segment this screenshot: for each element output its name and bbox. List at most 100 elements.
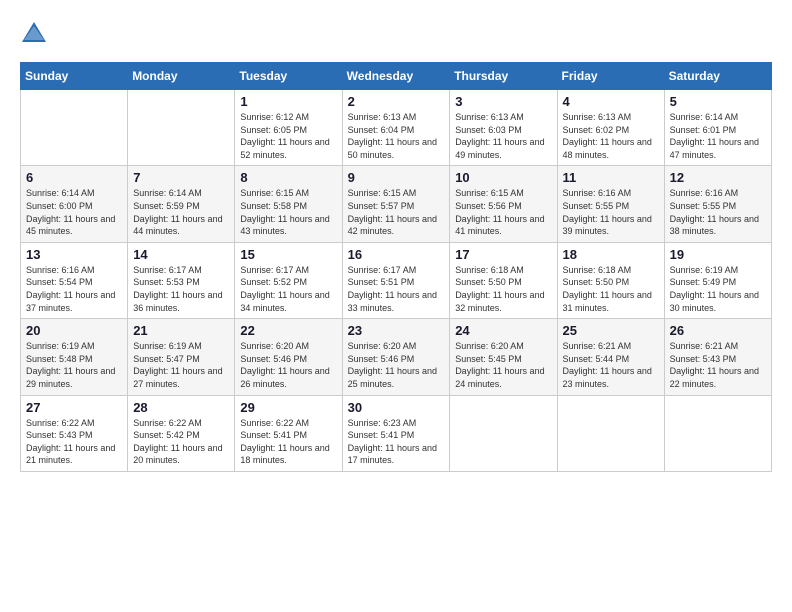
- calendar-cell: 17 Sunrise: 6:18 AM Sunset: 5:50 PM Dayli…: [450, 242, 557, 318]
- day-number: 11: [563, 170, 659, 185]
- calendar-cell: 28 Sunrise: 6:22 AM Sunset: 5:42 PM Dayli…: [128, 395, 235, 471]
- calendar-cell: 21 Sunrise: 6:19 AM Sunset: 5:47 PM Dayli…: [128, 319, 235, 395]
- day-number: 4: [563, 94, 659, 109]
- day-number: 27: [26, 400, 122, 415]
- day-number: 25: [563, 323, 659, 338]
- day-number: 16: [348, 247, 445, 262]
- day-info: Sunrise: 6:13 AM Sunset: 6:02 PM Dayligh…: [563, 111, 659, 161]
- calendar-cell: 11Sunrise: 6:16 AM Sunset: 5:55 PM Dayli…: [557, 166, 664, 242]
- day-info: Sunrise: 6:16 AM Sunset: 5:55 PM Dayligh…: [670, 187, 766, 237]
- calendar-cell: 25 Sunrise: 6:21 AM Sunset: 5:44 PM Dayli…: [557, 319, 664, 395]
- day-info: Sunrise: 6:15 AM Sunset: 5:57 PM Dayligh…: [348, 187, 445, 237]
- day-number: 29: [240, 400, 336, 415]
- day-info: Sunrise: 6:15 AM Sunset: 5:58 PM Dayligh…: [240, 187, 336, 237]
- day-info: Sunrise: 6:15 AM Sunset: 5:56 PM Dayligh…: [455, 187, 551, 237]
- calendar-cell: 26Sunrise: 6:21 AM Sunset: 5:43 PM Dayli…: [664, 319, 771, 395]
- day-info: Sunrise: 6:20 AM Sunset: 5:46 PM Dayligh…: [240, 340, 336, 390]
- calendar-cell: [450, 395, 557, 471]
- calendar-cell: 6Sunrise: 6:14 AM Sunset: 6:00 PM Daylig…: [21, 166, 128, 242]
- header-row: SundayMondayTuesdayWednesdayThursdayFrid…: [21, 63, 772, 90]
- column-header-sunday: Sunday: [21, 63, 128, 90]
- day-number: 13: [26, 247, 122, 262]
- calendar-cell: [664, 395, 771, 471]
- week-row-3: 13 Sunrise: 6:16 AM Sunset: 5:54 PM Dayli…: [21, 242, 772, 318]
- day-info: Sunrise: 6:17 AM Sunset: 5:51 PM Dayligh…: [348, 264, 445, 314]
- day-number: 23: [348, 323, 445, 338]
- day-info: Sunrise: 6:18 AM Sunset: 5:50 PM Dayligh…: [563, 264, 659, 314]
- day-number: 28: [133, 400, 229, 415]
- calendar-cell: 19 Sunrise: 6:19 AM Sunset: 5:49 PM Dayli…: [664, 242, 771, 318]
- day-number: 9: [348, 170, 445, 185]
- day-number: 10: [455, 170, 551, 185]
- logo: [20, 20, 52, 48]
- day-number: 22: [240, 323, 336, 338]
- calendar-cell: 10 Sunrise: 6:15 AM Sunset: 5:56 PM Dayli…: [450, 166, 557, 242]
- column-header-saturday: Saturday: [664, 63, 771, 90]
- calendar-cell: 23 Sunrise: 6:20 AM Sunset: 5:46 PM Dayli…: [342, 319, 450, 395]
- day-number: 20: [26, 323, 122, 338]
- calendar-cell: [557, 395, 664, 471]
- day-info: Sunrise: 6:19 AM Sunset: 5:49 PM Dayligh…: [670, 264, 766, 314]
- calendar: SundayMondayTuesdayWednesdayThursdayFrid…: [20, 62, 772, 472]
- day-info: Sunrise: 6:16 AM Sunset: 5:54 PM Dayligh…: [26, 264, 122, 314]
- day-number: 12: [670, 170, 766, 185]
- day-info: Sunrise: 6:22 AM Sunset: 5:42 PM Dayligh…: [133, 417, 229, 467]
- day-info: Sunrise: 6:19 AM Sunset: 5:48 PM Dayligh…: [26, 340, 122, 390]
- column-header-tuesday: Tuesday: [235, 63, 342, 90]
- calendar-cell: 27Sunrise: 6:22 AM Sunset: 5:43 PM Dayli…: [21, 395, 128, 471]
- week-row-5: 27Sunrise: 6:22 AM Sunset: 5:43 PM Dayli…: [21, 395, 772, 471]
- day-info: Sunrise: 6:21 AM Sunset: 5:44 PM Dayligh…: [563, 340, 659, 390]
- day-info: Sunrise: 6:23 AM Sunset: 5:41 PM Dayligh…: [348, 417, 445, 467]
- calendar-cell: [21, 90, 128, 166]
- day-info: Sunrise: 6:12 AM Sunset: 6:05 PM Dayligh…: [240, 111, 336, 161]
- day-number: 21: [133, 323, 229, 338]
- day-number: 24: [455, 323, 551, 338]
- day-number: 15: [240, 247, 336, 262]
- day-info: Sunrise: 6:21 AM Sunset: 5:43 PM Dayligh…: [670, 340, 766, 390]
- calendar-cell: 7 Sunrise: 6:14 AM Sunset: 5:59 PM Daylig…: [128, 166, 235, 242]
- week-row-4: 20 Sunrise: 6:19 AM Sunset: 5:48 PM Dayli…: [21, 319, 772, 395]
- day-info: Sunrise: 6:19 AM Sunset: 5:47 PM Dayligh…: [133, 340, 229, 390]
- column-header-thursday: Thursday: [450, 63, 557, 90]
- calendar-cell: 22 Sunrise: 6:20 AM Sunset: 5:46 PM Dayli…: [235, 319, 342, 395]
- calendar-cell: 24 Sunrise: 6:20 AM Sunset: 5:45 PM Dayli…: [450, 319, 557, 395]
- day-info: Sunrise: 6:14 AM Sunset: 6:01 PM Dayligh…: [670, 111, 766, 161]
- column-header-friday: Friday: [557, 63, 664, 90]
- column-header-monday: Monday: [128, 63, 235, 90]
- day-number: 8: [240, 170, 336, 185]
- day-info: Sunrise: 6:14 AM Sunset: 6:00 PM Dayligh…: [26, 187, 122, 237]
- day-number: 30: [348, 400, 445, 415]
- day-info: Sunrise: 6:13 AM Sunset: 6:03 PM Dayligh…: [455, 111, 551, 161]
- day-info: Sunrise: 6:20 AM Sunset: 5:46 PM Dayligh…: [348, 340, 445, 390]
- day-info: Sunrise: 6:14 AM Sunset: 5:59 PM Dayligh…: [133, 187, 229, 237]
- day-number: 7: [133, 170, 229, 185]
- calendar-cell: 12 Sunrise: 6:16 AM Sunset: 5:55 PM Dayli…: [664, 166, 771, 242]
- day-number: 5: [670, 94, 766, 109]
- calendar-cell: 15 Sunrise: 6:17 AM Sunset: 5:52 PM Dayli…: [235, 242, 342, 318]
- calendar-cell: 2 Sunrise: 6:13 AM Sunset: 6:04 PM Daylig…: [342, 90, 450, 166]
- calendar-cell: 20 Sunrise: 6:19 AM Sunset: 5:48 PM Dayli…: [21, 319, 128, 395]
- day-info: Sunrise: 6:13 AM Sunset: 6:04 PM Dayligh…: [348, 111, 445, 161]
- day-number: 17: [455, 247, 551, 262]
- day-number: 14: [133, 247, 229, 262]
- day-number: 19: [670, 247, 766, 262]
- day-info: Sunrise: 6:20 AM Sunset: 5:45 PM Dayligh…: [455, 340, 551, 390]
- calendar-cell: 8 Sunrise: 6:15 AM Sunset: 5:58 PM Daylig…: [235, 166, 342, 242]
- calendar-cell: 30 Sunrise: 6:23 AM Sunset: 5:41 PM Dayli…: [342, 395, 450, 471]
- calendar-cell: 18Sunrise: 6:18 AM Sunset: 5:50 PM Dayli…: [557, 242, 664, 318]
- calendar-cell: 14 Sunrise: 6:17 AM Sunset: 5:53 PM Dayli…: [128, 242, 235, 318]
- calendar-cell: 3Sunrise: 6:13 AM Sunset: 6:03 PM Daylig…: [450, 90, 557, 166]
- calendar-cell: 13 Sunrise: 6:16 AM Sunset: 5:54 PM Dayli…: [21, 242, 128, 318]
- column-header-wednesday: Wednesday: [342, 63, 450, 90]
- week-row-2: 6Sunrise: 6:14 AM Sunset: 6:00 PM Daylig…: [21, 166, 772, 242]
- day-info: Sunrise: 6:17 AM Sunset: 5:52 PM Dayligh…: [240, 264, 336, 314]
- day-number: 2: [348, 94, 445, 109]
- calendar-cell: 5 Sunrise: 6:14 AM Sunset: 6:01 PM Daylig…: [664, 90, 771, 166]
- page: SundayMondayTuesdayWednesdayThursdayFrid…: [0, 0, 792, 492]
- week-row-1: 1 Sunrise: 6:12 AM Sunset: 6:05 PM Daylig…: [21, 90, 772, 166]
- calendar-cell: 16 Sunrise: 6:17 AM Sunset: 5:51 PM Dayli…: [342, 242, 450, 318]
- calendar-cell: 29Sunrise: 6:22 AM Sunset: 5:41 PM Dayli…: [235, 395, 342, 471]
- day-info: Sunrise: 6:17 AM Sunset: 5:53 PM Dayligh…: [133, 264, 229, 314]
- day-number: 1: [240, 94, 336, 109]
- day-info: Sunrise: 6:18 AM Sunset: 5:50 PM Dayligh…: [455, 264, 551, 314]
